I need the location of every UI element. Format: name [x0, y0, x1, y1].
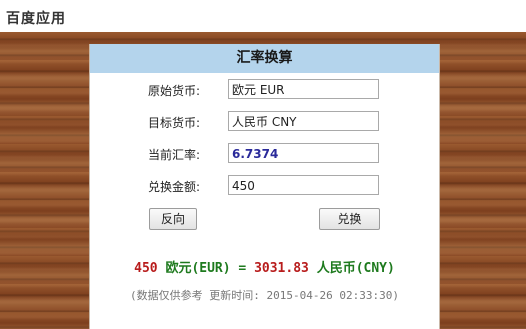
conversion-result: 450 欧元(EUR) = 3031.83 人民币(CNY) — [90, 257, 439, 276]
source-currency-select[interactable]: 欧元 EUR — [228, 79, 379, 99]
converter-panel: 汇率换算 原始货币: 欧元 EUR 目标货币: 人民币 CNY 当前汇率: 6.… — [89, 44, 440, 329]
amount-label: 兑换金额: — [148, 180, 201, 194]
source-currency-row: 原始货币: 欧元 EUR — [90, 79, 439, 101]
source-currency-label: 原始货币: — [148, 84, 201, 98]
converter-title: 汇率换算 — [90, 44, 439, 73]
rate-label: 当前汇率: — [148, 148, 201, 162]
amount-input[interactable]: 450 — [228, 175, 379, 195]
target-currency-label: 目标货币: — [148, 116, 201, 130]
result-from-amount: 450 — [134, 261, 158, 276]
target-currency-row: 目标货币: 人民币 CNY — [90, 111, 439, 133]
amount-row: 兑换金额: 450 — [90, 175, 439, 197]
rate-row: 当前汇率: 6.7374 — [90, 143, 439, 165]
convert-button[interactable]: 兑换 — [319, 208, 380, 230]
result-equals: = — [238, 261, 247, 276]
result-from-currency: 欧元(EUR) — [165, 261, 231, 276]
rate-field: 6.7374 — [228, 143, 379, 163]
target-currency-select[interactable]: 人民币 CNY — [228, 111, 379, 131]
app-header: 百度应用 — [0, 0, 526, 32]
result-to-currency: 人民币(CNY) — [316, 261, 395, 276]
update-note: (数据仅供参考 更新时间: 2015-04-26 02:33:30) — [130, 289, 399, 302]
reverse-button[interactable]: 反向 — [149, 208, 197, 230]
result-to-amount: 3031.83 — [254, 261, 309, 276]
app-title: 百度应用 — [6, 11, 66, 27]
